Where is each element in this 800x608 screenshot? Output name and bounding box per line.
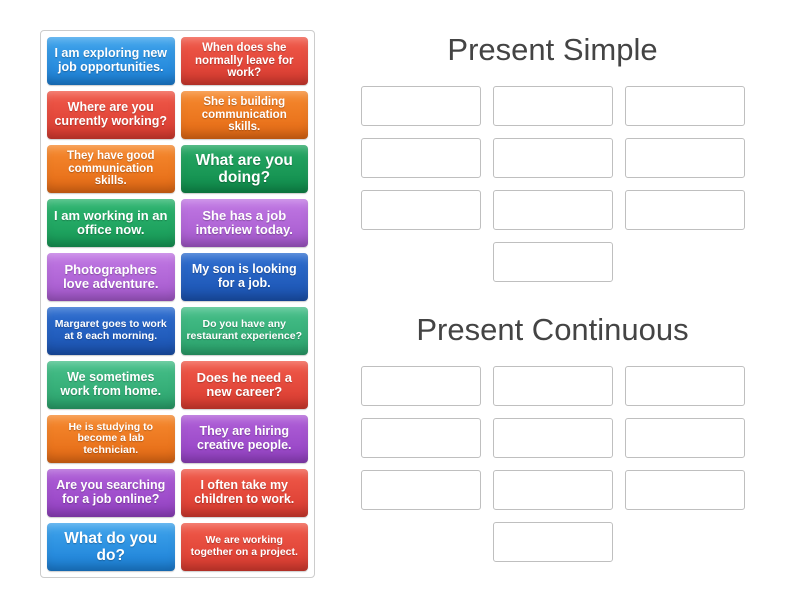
draggable-card[interactable]: My son is looking for a job.: [181, 253, 309, 301]
draggable-card[interactable]: I often take my children to work.: [181, 469, 309, 517]
drop-slot[interactable]: [361, 86, 481, 126]
draggable-card[interactable]: I am exploring new job opportunities.: [47, 37, 175, 85]
drop-slot[interactable]: [493, 522, 613, 562]
section-title-continuous: Present Continuous: [416, 312, 688, 348]
drop-slot[interactable]: [493, 470, 613, 510]
drop-slot[interactable]: [493, 418, 613, 458]
draggable-card[interactable]: We sometimes work from home.: [47, 361, 175, 409]
section-title-simple: Present Simple: [447, 32, 657, 68]
draggable-card[interactable]: He is studying to become a lab technicia…: [47, 415, 175, 463]
draggable-card[interactable]: Margaret goes to work at 8 each morning.: [47, 307, 175, 355]
draggable-card[interactable]: What are you doing?: [181, 145, 309, 193]
draggable-card[interactable]: They have good communication skills.: [47, 145, 175, 193]
draggable-card[interactable]: What do you do?: [47, 523, 175, 571]
draggable-card-panel: I am exploring new job opportunities.Whe…: [40, 30, 315, 578]
draggable-card[interactable]: They are hiring creative people.: [181, 415, 309, 463]
draggable-card[interactable]: Where are you currently working?: [47, 91, 175, 139]
activity-container: I am exploring new job opportunities.Whe…: [0, 0, 800, 608]
drop-slot[interactable]: [361, 138, 481, 178]
drop-slot[interactable]: [493, 366, 613, 406]
draggable-card[interactable]: Do you have any restaurant experience?: [181, 307, 309, 355]
drop-slot[interactable]: [493, 138, 613, 178]
drop-zones: Present Simple Present Continuous: [345, 30, 760, 578]
draggable-card[interactable]: I am working in an office now.: [47, 199, 175, 247]
drop-slot[interactable]: [361, 366, 481, 406]
slot-grid-simple: [353, 86, 753, 282]
drop-slot[interactable]: [493, 242, 613, 282]
draggable-card[interactable]: Photographers love adventure.: [47, 253, 175, 301]
drop-slot[interactable]: [493, 86, 613, 126]
draggable-card[interactable]: Are you searching for a job online?: [47, 469, 175, 517]
drop-slot[interactable]: [361, 418, 481, 458]
slot-grid-continuous: [353, 366, 753, 562]
draggable-card[interactable]: She has a job interview today.: [181, 199, 309, 247]
drop-slot[interactable]: [625, 470, 745, 510]
draggable-card[interactable]: When does she normally leave for work?: [181, 37, 309, 85]
drop-slot[interactable]: [625, 138, 745, 178]
drop-slot[interactable]: [361, 190, 481, 230]
draggable-card[interactable]: Does he need a new career?: [181, 361, 309, 409]
drop-slot[interactable]: [625, 366, 745, 406]
drop-slot[interactable]: [625, 86, 745, 126]
drop-slot[interactable]: [625, 190, 745, 230]
drop-slot[interactable]: [493, 190, 613, 230]
drop-slot[interactable]: [361, 470, 481, 510]
draggable-card[interactable]: We are working together on a project.: [181, 523, 309, 571]
draggable-card[interactable]: She is building communication skills.: [181, 91, 309, 139]
drop-slot[interactable]: [625, 418, 745, 458]
